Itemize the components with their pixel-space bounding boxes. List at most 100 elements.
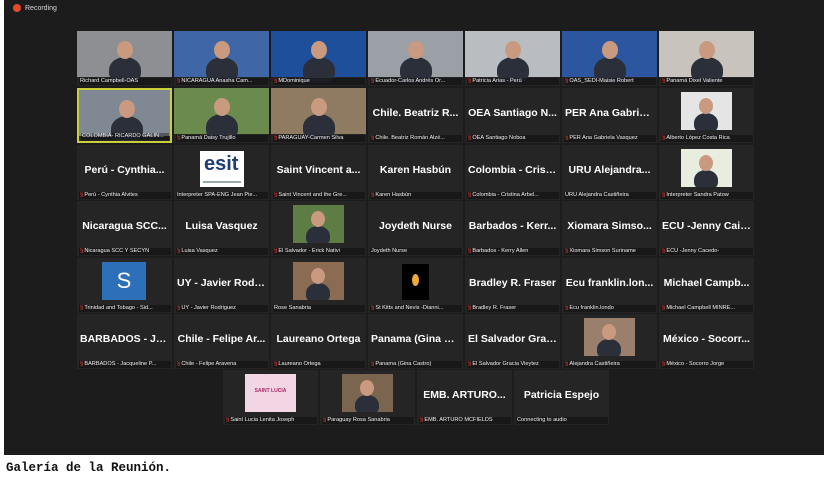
- participant-label-text: Saint Lucia Lenita Joseph: [230, 417, 295, 423]
- participant-tile[interactable]: §Interpreter Sandra Patow: [659, 145, 754, 200]
- participant-display-name: EMB. ARTURO...: [423, 389, 506, 401]
- recording-indicator[interactable]: Recording: [13, 2, 57, 14]
- participant-display-name: Michael Campb...: [663, 277, 750, 289]
- participant-tile[interactable]: S §Trinidad and Tobago - Sid...: [77, 258, 172, 313]
- participant-name-label: §Xiomara Simson Suriname: [564, 248, 656, 255]
- participant-tile[interactable]: BARBADOS - Ja... §BARBADOS - Jacqueline P…: [77, 314, 172, 369]
- participant-row: Richard Campbell-OAS §NICARAGUA Anasha Ca…: [77, 31, 754, 86]
- participant-tile[interactable]: §PARAGUAY-Carmen Silva: [271, 88, 366, 143]
- participant-tile[interactable]: esit Interpreter SPA-ENG Jean Pie...: [174, 145, 269, 200]
- participant-tile[interactable]: Saint Vincent a... §Saint Vincent and the…: [271, 145, 366, 200]
- participant-tile[interactable]: URU Alejandra... URU Alejandra Castiñeira: [562, 145, 657, 200]
- participant-display-name: ECU -Jenny Caic...: [662, 220, 754, 232]
- muted-mic-icon: §: [177, 361, 181, 367]
- muted-mic-icon: §: [274, 192, 278, 198]
- participant-video: [562, 31, 657, 83]
- muted-mic-icon: §: [662, 78, 666, 84]
- participant-row: BARBADOS - Ja... §BARBADOS - Jacqueline P…: [77, 314, 754, 369]
- muted-mic-icon: §: [371, 192, 375, 198]
- participant-name-label: §Luisa Vasquez: [176, 248, 268, 255]
- participant-name-label: §Ecuador-Carlos Andrés Or...: [370, 78, 462, 85]
- participant-display-name: El Salvador Grac...: [468, 333, 560, 345]
- participant-video: [79, 90, 170, 141]
- participant-label-text: Colombia - Cristina Arbel...: [472, 192, 539, 198]
- participant-tile[interactable]: Ecu franklin.lon... §Ecu franklin.londo: [562, 258, 657, 313]
- muted-mic-icon: §: [565, 248, 569, 254]
- participant-name-label: §Alberto López Costa Rica: [661, 135, 753, 142]
- participant-tile[interactable]: §MDominique: [271, 31, 366, 86]
- participant-name-label: §Laureano Ortega: [273, 361, 365, 368]
- participant-tile[interactable]: Colombia - Crist... §Colombia - Cristina …: [465, 145, 560, 200]
- participant-tile[interactable]: §El Salvador - Erick Nativi: [271, 201, 366, 256]
- muted-mic-icon: §: [80, 248, 84, 254]
- participant-tile[interactable]: Chile. Beatriz R... §Chile. Beatriz Román…: [368, 88, 463, 143]
- participant-tile[interactable]: El Salvador Grac... §El Salvador Gracia V…: [465, 314, 560, 369]
- participant-tile[interactable]: COLOMBIA- RICARDO GALIN...: [77, 88, 172, 143]
- participant-tile[interactable]: Rose Sanabria: [271, 258, 366, 313]
- participant-tile[interactable]: §Panamá Daisy Trujillo: [174, 88, 269, 143]
- muted-mic-icon: §: [371, 361, 375, 367]
- participant-label-text: Bradley R. Fraser: [472, 305, 517, 311]
- participant-tile[interactable]: México - Socorr... §México - Socorro Jorg…: [659, 314, 754, 369]
- participant-tile[interactable]: Joydeth Nurse Joydeth Nurse: [368, 201, 463, 256]
- profile-logo: SAINT LUCIA: [254, 388, 287, 394]
- participant-tile[interactable]: Nicaragua SCC... §Nicaragua SCC Y SECYN: [77, 201, 172, 256]
- participant-tile[interactable]: Bradley R. Fraser §Bradley R. Fraser: [465, 258, 560, 313]
- participant-tile[interactable]: Xiomara Simso... §Xiomara Simson Suriname: [562, 201, 657, 256]
- participant-tile[interactable]: EMB. ARTURO... §EMB. ARTURO MCFIELDS: [417, 370, 512, 425]
- participant-tile[interactable]: Panama (Gina C... §Panama (Gina Castro): [368, 314, 463, 369]
- muted-mic-icon: §: [323, 417, 327, 423]
- participant-tile[interactable]: Chile - Felipe Ar... §Chile - Felipe Arav…: [174, 314, 269, 369]
- flame-icon: [412, 274, 419, 286]
- participant-tile[interactable]: §Paraguay Rosa Sanabria: [320, 370, 415, 425]
- participant-tile[interactable]: Perú - Cynthia... §Perú - Cynthia Alvites: [77, 145, 172, 200]
- participant-tile[interactable]: UY - Javier Rodr... §UY - Javier Rodrigue…: [174, 258, 269, 313]
- muted-mic-icon: §: [274, 78, 278, 84]
- participant-tile[interactable]: Luisa Vasquez §Luisa Vasquez: [174, 201, 269, 256]
- participant-name-label: §Michael Campbell MINRE...: [661, 305, 753, 312]
- participant-tile[interactable]: §Ecuador-Carlos Andrés Or...: [368, 31, 463, 86]
- participant-label-text: URU Alejandra Castiñeira: [565, 192, 629, 198]
- participant-tile[interactable]: PER Ana Gabriel... §PER Ana Gabriela Vasq…: [562, 88, 657, 143]
- muted-mic-icon: §: [468, 78, 472, 84]
- participant-display-name: Xiomara Simso...: [567, 220, 652, 232]
- participant-photo: [293, 205, 344, 243]
- participant-name-label: §BARBADOS - Jacqueline P...: [79, 361, 171, 368]
- participant-label-text: St Kitts and Nevis -Dianni...: [375, 305, 444, 311]
- participant-tile[interactable]: ECU -Jenny Caic... §ECU -Jenny Cacedo-: [659, 201, 754, 256]
- participant-tile[interactable]: Karen Hasbún §Karen Hasbún: [368, 145, 463, 200]
- participant-tile[interactable]: §NICARAGUA Anasha Cam...: [174, 31, 269, 86]
- participant-tile[interactable]: §Patricia Arias - Perú: [465, 31, 560, 86]
- participant-label-text: UY - Javier Rodriguez: [181, 305, 236, 311]
- participant-tile[interactable]: §Alberto López Costa Rica: [659, 88, 754, 143]
- participant-display-name: Karen Hasbún: [379, 164, 452, 176]
- participant-photo: [342, 374, 393, 412]
- zoom-gallery-window: Recording Richard Campbell-OAS §NICARAGUA…: [4, 0, 824, 455]
- participant-photo: [584, 318, 635, 356]
- participant-tile[interactable]: §Alejandra Castiñeira: [562, 314, 657, 369]
- participant-name-label: §Paraguay Rosa Sanabria: [322, 417, 414, 424]
- participant-label-text: ECU -Jenny Cacedo-: [666, 248, 720, 254]
- participant-tile[interactable]: §St Kitts and Nevis -Dianni...: [368, 258, 463, 313]
- muted-mic-icon: §: [662, 361, 666, 367]
- participant-tile[interactable]: Michael Campb... §Michael Campbell MINRE.…: [659, 258, 754, 313]
- participant-tile[interactable]: §Panamá Dixel Valiente: [659, 31, 754, 86]
- participant-name-label: COLOMBIA- RICARDO GALIN...: [81, 133, 169, 140]
- participant-display-name: Joydeth Nurse: [379, 220, 452, 232]
- participant-label-text: Xiomara Simson Suriname: [569, 248, 636, 254]
- participant-tile[interactable]: §OAS_SEDI-Maisie Robert: [562, 31, 657, 86]
- participant-tile[interactable]: OEA Santiago N... §OEA Santiago Noboa: [465, 88, 560, 143]
- participant-label-text: Alejandra Castiñeira: [569, 361, 620, 367]
- participant-tile[interactable]: Barbados - Kerr... §Barbados - Kerry Alle…: [465, 201, 560, 256]
- participant-tile[interactable]: SAINT LUCIA §Saint Lucia Lenita Joseph: [223, 370, 318, 425]
- participant-label-text: OAS_SEDI-Maisie Robert: [569, 78, 634, 84]
- muted-mic-icon: §: [662, 192, 666, 198]
- participant-tile[interactable]: Richard Campbell-OAS: [77, 31, 172, 86]
- participant-name-label: §Patricia Arias - Perú: [467, 78, 559, 85]
- participant-label-text: MDominique: [278, 78, 310, 84]
- participant-tile[interactable]: Patricia Espejo Connecting to audio: [514, 370, 609, 425]
- participant-name-label: §Perú - Cynthia Alvites: [79, 192, 171, 199]
- participant-name-label: §OAS_SEDI-Maisie Robert: [564, 78, 656, 85]
- participant-tile[interactable]: Laureano Ortega §Laureano Ortega: [271, 314, 366, 369]
- participant-photo: [293, 262, 344, 300]
